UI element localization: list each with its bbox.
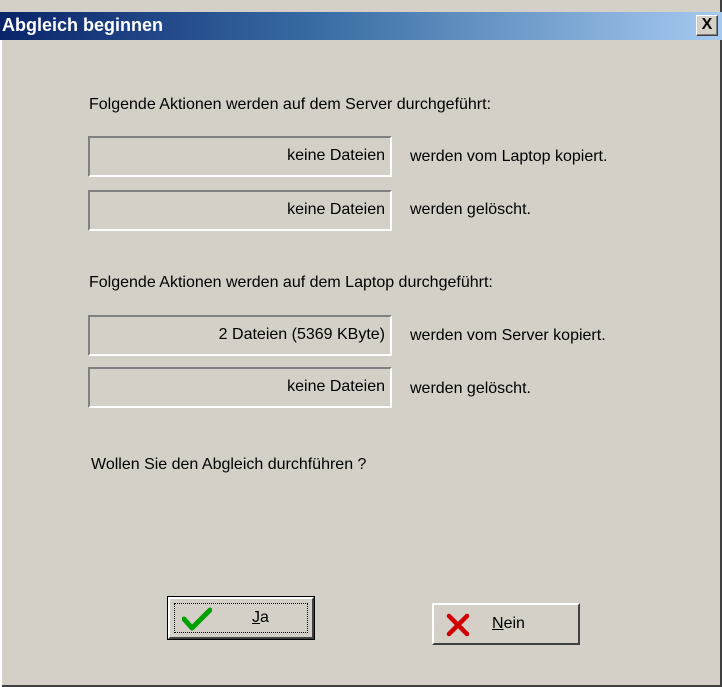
window-edge bbox=[0, 40, 2, 687]
title-bar[interactable]: Abgleich beginnen X bbox=[0, 12, 722, 40]
no-rest: ein bbox=[503, 615, 525, 632]
close-icon: X bbox=[701, 16, 713, 33]
sync-dialog: Abgleich beginnen X Folgende Aktionen we… bbox=[0, 0, 722, 687]
no-accel: N bbox=[492, 615, 504, 632]
yes-button[interactable]: Ja bbox=[167, 596, 315, 640]
no-button-label: Nein bbox=[492, 615, 525, 633]
laptop-delete-field: keine Dateien bbox=[88, 367, 392, 408]
server-delete-label: werden gelöscht. bbox=[410, 201, 531, 218]
laptop-heading: Folgende Aktionen werden auf dem Laptop … bbox=[89, 274, 493, 291]
laptop-copy-field: 2 Dateien (5369 KByte) bbox=[88, 315, 392, 356]
yes-button-label: Ja bbox=[252, 609, 269, 627]
laptop-copy-label: werden vom Server kopiert. bbox=[410, 327, 606, 344]
yes-accel: J bbox=[252, 609, 260, 626]
checkmark-icon bbox=[182, 607, 212, 631]
yes-rest: a bbox=[260, 609, 269, 626]
window-title: Abgleich beginnen bbox=[2, 15, 164, 35]
confirm-question: Wollen Sie den Abgleich durchführen ? bbox=[91, 456, 367, 473]
close-button[interactable]: X bbox=[696, 15, 718, 36]
laptop-delete-label: werden gelöscht. bbox=[410, 380, 531, 397]
server-delete-field: keine Dateien bbox=[88, 190, 392, 231]
server-copy-field: keine Dateien bbox=[88, 136, 392, 177]
server-copy-label: werden vom Laptop kopiert. bbox=[410, 148, 608, 165]
no-button[interactable]: Nein bbox=[432, 603, 580, 645]
server-heading: Folgende Aktionen werden auf dem Server … bbox=[89, 96, 492, 113]
cross-icon bbox=[446, 613, 470, 637]
